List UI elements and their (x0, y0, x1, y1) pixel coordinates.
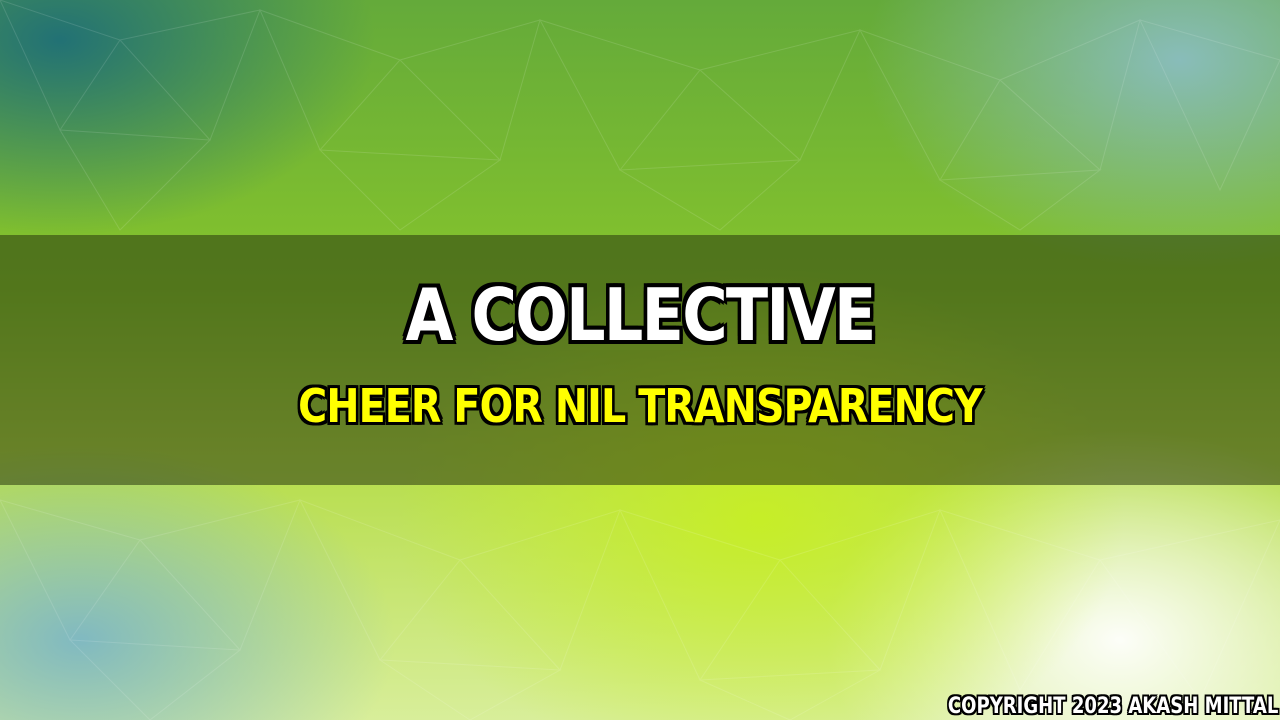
copyright-notice: COPYRIGHT 2023 AKASH MITTAL (947, 694, 1279, 719)
page-title: A COLLECTIVE (405, 273, 876, 357)
page-subtitle: CHEER FOR NIL TRANSPARENCY (298, 379, 983, 433)
